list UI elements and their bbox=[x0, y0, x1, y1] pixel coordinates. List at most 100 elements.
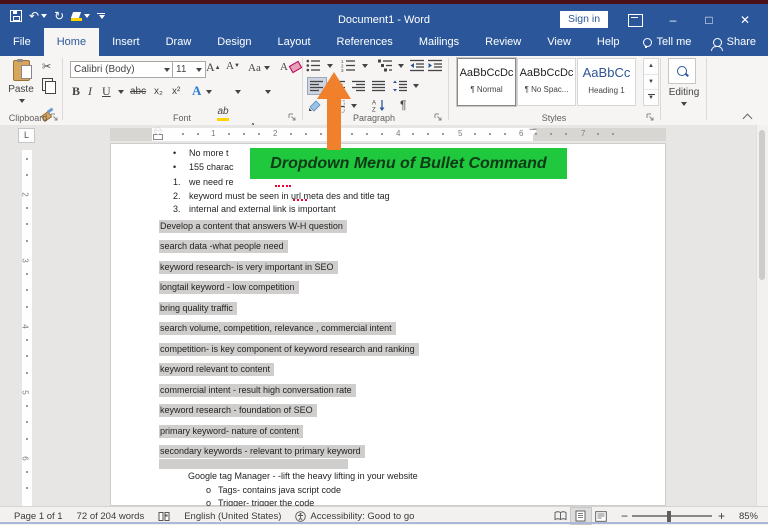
indent-markers[interactable] bbox=[153, 127, 163, 141]
word-count[interactable]: 72 of 204 words bbox=[77, 511, 145, 522]
editing-group[interactable]: Editing bbox=[662, 56, 706, 125]
sign-in-button[interactable]: Sign in bbox=[560, 11, 608, 28]
styles-scroll-up-button[interactable]: ▲ bbox=[644, 59, 658, 75]
zoom-slider[interactable] bbox=[631, 510, 712, 522]
list-item[interactable]: o Tags- contains java script code bbox=[206, 485, 341, 496]
tell-me-button[interactable]: Tell me bbox=[633, 28, 702, 56]
show-hide-pilcrow-button[interactable]: ¶ bbox=[400, 98, 406, 112]
tab-home[interactable]: Home bbox=[43, 28, 100, 56]
page-count[interactable]: Page 1 of 1 bbox=[14, 511, 63, 522]
document-page[interactable]: • No more t • 155 charac 1. we need re 2. ke… bbox=[110, 143, 666, 506]
clear-formatting-button[interactable]: A bbox=[280, 60, 303, 74]
tab-insert[interactable]: Insert bbox=[99, 28, 153, 56]
tab-selector[interactable]: L bbox=[18, 128, 35, 143]
highlighted-line[interactable]: keyword research - foundation of SEO bbox=[159, 404, 317, 417]
paragraph-dialog-launcher[interactable] bbox=[434, 113, 443, 122]
font-size-combo[interactable]: 11 bbox=[172, 61, 206, 78]
subscript-button[interactable]: x₂ bbox=[154, 86, 163, 97]
change-case-button[interactable]: Aa bbox=[248, 62, 270, 74]
highlighted-line[interactable]: Develop a content that answers W-H quest… bbox=[159, 220, 347, 233]
zoom-out-button[interactable]: − bbox=[621, 509, 628, 523]
tab-draw[interactable]: Draw bbox=[153, 28, 205, 56]
font-color-dropdown-icon[interactable] bbox=[265, 90, 271, 94]
highlighted-line[interactable]: search data -what people need bbox=[159, 240, 288, 253]
styles-scroll-down-button[interactable]: ▼ bbox=[644, 75, 658, 91]
tab-view[interactable]: View bbox=[534, 28, 584, 56]
highlighted-line[interactable]: secondary keywords - relevant to primary… bbox=[159, 445, 365, 458]
right-indent-marker[interactable] bbox=[529, 130, 537, 135]
zoom-level[interactable]: 85% bbox=[739, 511, 758, 522]
shading-button[interactable] bbox=[308, 99, 323, 112]
highlighted-line[interactable]: commercial intent - result high conversa… bbox=[159, 384, 356, 397]
italic-button[interactable]: I bbox=[88, 84, 92, 99]
increase-indent-button[interactable] bbox=[428, 59, 443, 72]
list-item[interactable]: 3. internal and external link is importan… bbox=[173, 204, 336, 215]
share-button[interactable]: Share bbox=[711, 28, 756, 56]
font-name-combo[interactable]: Calibri (Body) bbox=[70, 61, 174, 78]
grow-font-button[interactable]: A ▲ bbox=[206, 60, 221, 75]
paste-dropdown-icon[interactable] bbox=[19, 99, 25, 103]
ribbon-display-options-icon[interactable] bbox=[628, 14, 643, 27]
language-status[interactable]: English (United States) bbox=[184, 511, 281, 522]
tab-design[interactable]: Design bbox=[204, 28, 264, 56]
list-item[interactable]: • No more t bbox=[173, 148, 229, 159]
highlighted-line[interactable]: longtail keyword - low competition bbox=[159, 281, 299, 294]
list-item[interactable]: 1. we need re bbox=[173, 177, 234, 188]
highlighted-line[interactable]: bring quality traffic bbox=[159, 302, 237, 315]
borders-dropdown-icon[interactable] bbox=[351, 104, 357, 108]
tab-references[interactable]: References bbox=[324, 28, 406, 56]
multilevel-list-button[interactable] bbox=[378, 59, 393, 72]
text-highlight-dropdown-icon[interactable] bbox=[235, 90, 241, 94]
text-effects-button[interactable]: A bbox=[192, 83, 201, 99]
tab-layout[interactable]: Layout bbox=[265, 28, 324, 56]
shrink-font-button[interactable]: A ▼ bbox=[226, 60, 240, 72]
vertical-ruler[interactable]: 2 3 4 5 6 bbox=[21, 150, 32, 506]
zoom-slider-handle[interactable] bbox=[666, 510, 671, 522]
bold-button[interactable]: B bbox=[72, 84, 80, 99]
find-button[interactable] bbox=[668, 58, 696, 84]
bullets-button[interactable] bbox=[306, 59, 321, 72]
underline-dropdown-icon[interactable] bbox=[118, 90, 124, 94]
underline-button[interactable]: U bbox=[102, 84, 111, 99]
style-no-spacing[interactable]: AaBbCcDc ¶ No Spac... bbox=[517, 58, 576, 106]
scrollbar-thumb[interactable] bbox=[759, 130, 765, 280]
zoom-in-button[interactable]: + bbox=[718, 509, 725, 523]
style-heading1[interactable]: AaBbCc Heading 1 bbox=[577, 58, 636, 106]
line-spacing-button[interactable] bbox=[393, 80, 408, 92]
empty-highlighted-line[interactable] bbox=[159, 459, 348, 469]
collapse-ribbon-button[interactable] bbox=[744, 113, 752, 121]
text-line[interactable]: Google tag Manager - -lift the heavy lif… bbox=[188, 471, 418, 482]
clipboard-dialog-launcher[interactable] bbox=[50, 113, 59, 122]
multilevel-list-dropdown-icon[interactable] bbox=[398, 64, 404, 68]
superscript-button[interactable]: x² bbox=[172, 86, 180, 97]
horizontal-ruler[interactable]: 1 2 3 4 5 6 7 bbox=[110, 127, 666, 141]
decrease-indent-button[interactable] bbox=[410, 59, 425, 72]
highlighted-line[interactable]: primary keyword- nature of content bbox=[159, 425, 304, 438]
copy-button[interactable] bbox=[42, 78, 56, 94]
accessibility-status[interactable]: Accessibility: Good to go bbox=[295, 511, 414, 522]
bullets-dropdown-icon[interactable] bbox=[327, 64, 333, 68]
list-item[interactable]: 2. keyword must be seen in url meta des a… bbox=[173, 191, 390, 202]
tab-review[interactable]: Review bbox=[472, 28, 534, 56]
highlighted-line[interactable]: keyword relevant to content bbox=[159, 363, 275, 376]
sort-button[interactable]: AZ bbox=[372, 99, 387, 112]
numbering-button[interactable]: 123 bbox=[341, 59, 356, 72]
font-dialog-launcher[interactable] bbox=[288, 113, 297, 122]
highlighted-line[interactable]: competition- is key component of keyword… bbox=[159, 343, 419, 356]
highlighted-line[interactable]: search volume, competition, relevance , … bbox=[159, 322, 396, 335]
justify-button[interactable] bbox=[372, 80, 386, 92]
line-spacing-dropdown-icon[interactable] bbox=[413, 84, 419, 88]
tab-help[interactable]: Help bbox=[584, 28, 633, 56]
highlighted-line[interactable]: keyword research- is very important in S… bbox=[159, 261, 338, 274]
list-item[interactable]: o Trigger- trigger the code bbox=[206, 498, 314, 506]
style-normal[interactable]: AaBbCcDc ¶ Normal bbox=[457, 58, 516, 106]
cut-button[interactable]: ✂ bbox=[42, 60, 51, 73]
tab-file[interactable]: File bbox=[0, 28, 44, 56]
align-right-button[interactable] bbox=[352, 80, 366, 92]
proofing-icon[interactable] bbox=[158, 511, 170, 522]
text-effects-dropdown-icon[interactable] bbox=[206, 90, 212, 94]
strikethrough-button[interactable]: abc bbox=[130, 86, 146, 97]
paste-button[interactable]: Paste bbox=[6, 59, 36, 106]
tab-mailings[interactable]: Mailings bbox=[406, 28, 472, 56]
list-item[interactable]: • 155 charac bbox=[173, 162, 234, 173]
